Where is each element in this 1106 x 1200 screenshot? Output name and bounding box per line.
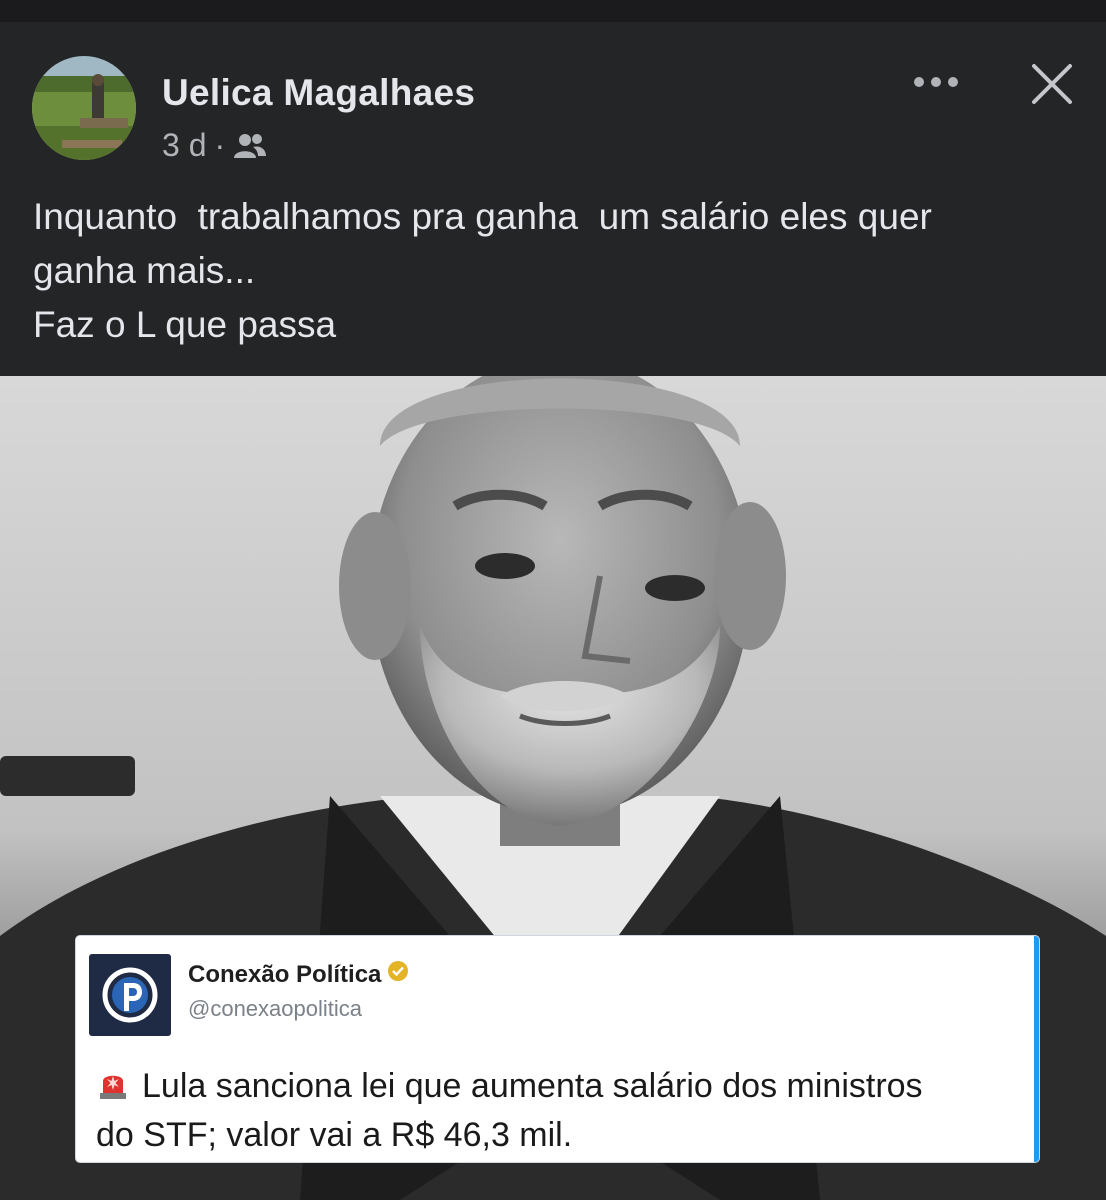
embedded-tweet[interactable]: Conexão Política @conexaopolitica Lula s… <box>76 936 1039 1162</box>
tweet-account-label: Conexão Política <box>188 960 382 988</box>
post-text: Inquanto trabalhamos pra ganha um salári… <box>33 190 1083 352</box>
meta-separator: · <box>214 127 226 163</box>
post-meta: 3 d · <box>162 127 267 164</box>
post-text-line: Faz o L que passa <box>33 304 337 345</box>
author-name[interactable]: Uelica Magalhaes <box>162 72 475 114</box>
tweet-text-line: Lula sanciona lei que aumenta salário do… <box>96 1064 1026 1113</box>
tweet-text: Lula sanciona lei que aumenta salário do… <box>96 1064 1026 1158</box>
tweet-text-line-2: do STF; valor vai a R$ 46,3 mil. <box>96 1116 573 1154</box>
more-horizontal-icon <box>913 75 959 93</box>
more-options-button[interactable] <box>906 64 966 104</box>
conexao-politica-logo <box>89 954 171 1036</box>
siren-icon <box>96 1067 130 1113</box>
close-icon <box>1031 63 1073 110</box>
post-text-line: ganha mais... <box>33 250 256 291</box>
tweet-account-name: Conexão Política <box>188 960 409 989</box>
tweet-handle: @conexaopolitica <box>188 996 362 1021</box>
close-button[interactable] <box>1022 56 1082 116</box>
post-time[interactable]: 3 d <box>162 127 206 164</box>
tweet-text-line-1: Lula sanciona lei que aumenta salário do… <box>142 1067 923 1105</box>
top-bar <box>0 0 1106 22</box>
friends-icon[interactable] <box>233 132 267 160</box>
avatar[interactable] <box>32 56 136 160</box>
verified-badge-icon <box>387 960 409 989</box>
post-text-line: Inquanto trabalhamos pra ganha um salári… <box>33 196 932 237</box>
